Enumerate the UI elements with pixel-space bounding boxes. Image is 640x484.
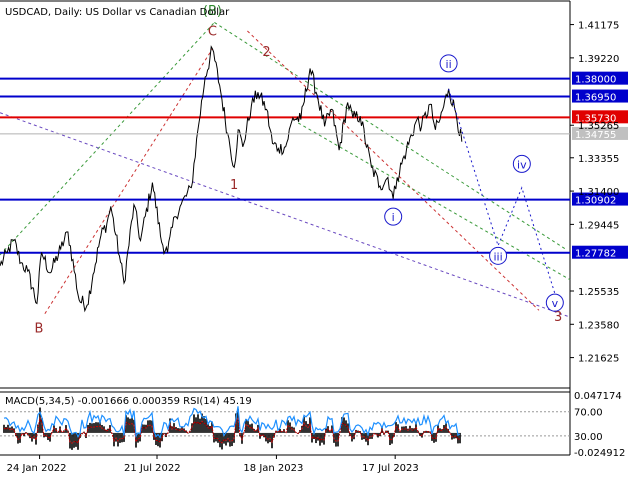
wave-label-6: i	[392, 211, 395, 224]
macd-bar-71	[145, 424, 147, 433]
macd-bar-201	[405, 426, 407, 433]
macd-bar-57	[117, 432, 119, 447]
macd-title: MACD(5,34,5) -0.001666 0.000359 RSI(14) …	[5, 396, 252, 407]
macd-bar-225	[453, 432, 455, 439]
y-tick-label-7: 1.23580	[578, 320, 619, 331]
level-tag-text-1: 1.36950	[575, 93, 616, 104]
macd-bar-97	[197, 414, 199, 433]
macd-bar-159	[321, 432, 323, 443]
macd-bar-35	[73, 432, 75, 448]
macd-bar-152	[307, 423, 309, 433]
wave-label-5: 3	[554, 310, 562, 325]
y-tick-label-2: 1.35265	[578, 121, 619, 132]
macd-bar-43	[89, 422, 91, 433]
level-tag-text-0: 1.38000	[575, 75, 616, 86]
macd-y-tick-0: 0.047174	[574, 391, 622, 402]
macd-bar-59	[121, 432, 123, 443]
macd-bar-107	[217, 432, 219, 443]
macd-bar-123	[249, 424, 251, 433]
macd-bar-42	[87, 424, 89, 433]
macd-bar-47	[97, 422, 99, 433]
x-tick-label-3: 17 Jul 2023	[362, 463, 419, 474]
macd-bar-73	[149, 420, 151, 433]
macd-y-tick-3: -0.024912	[574, 448, 625, 459]
macd-bar-103	[209, 425, 211, 433]
wave-label-2: 2	[262, 45, 270, 60]
macd-bar-172	[347, 423, 349, 433]
y-tick-label-4: 1.31400	[578, 187, 619, 198]
chart-svg[interactable]: 1.380001.369501.357301.309021.27782 1.34…	[0, 0, 640, 480]
macd-bar-106	[215, 432, 217, 442]
wave-label-9: iv	[517, 158, 527, 171]
macd-bar-170	[343, 417, 345, 433]
macd-bar-63	[129, 418, 131, 433]
y-tick-label-1: 1.39220	[578, 54, 619, 65]
chart-background	[0, 0, 640, 480]
y-tick-label-5: 1.29445	[578, 220, 619, 231]
macd-bar-105	[213, 432, 215, 443]
macd-bar-132	[267, 432, 269, 444]
macd-bar-180	[363, 432, 365, 440]
macd-bar-98	[199, 418, 201, 433]
macd-bar-194	[391, 432, 393, 444]
macd-bar-1	[5, 426, 7, 433]
macd-y-tick-1: 70.00	[574, 408, 603, 419]
macd-bar-46	[95, 422, 97, 433]
macd-bar-143	[289, 422, 291, 433]
y-tick-label-0: 1.41175	[578, 21, 619, 32]
x-tick-label-0: 24 Jan 2022	[7, 463, 67, 474]
macd-bar-70	[143, 424, 145, 433]
wave-label-1: C	[208, 24, 217, 39]
macd-bar-62	[127, 417, 129, 433]
macd-bar-100	[203, 416, 205, 433]
macd-bar-112	[227, 432, 229, 443]
macd-bar-45	[93, 423, 95, 433]
wave-label-10: v	[552, 297, 559, 310]
macd-bar-183	[369, 432, 371, 439]
macd-bar-171	[345, 420, 347, 433]
macd-bar-96	[195, 417, 197, 433]
macd-bar-144	[291, 426, 293, 433]
y-tick-label-6: 1.25535	[578, 287, 619, 298]
macd-bar-157	[317, 432, 319, 441]
macd-bar-44	[91, 423, 93, 433]
macd-bar-58	[119, 432, 121, 443]
y-tick-label-3: 1.33355	[578, 154, 619, 165]
x-tick-label-1: 21 Jul 2022	[124, 463, 181, 474]
macd-bar-133	[269, 432, 271, 443]
macd-bar-215	[433, 432, 435, 443]
macd-bar-114	[231, 432, 233, 447]
wave-label-3: 1	[230, 178, 238, 193]
x-tick-label-2: 18 Jan 2023	[243, 463, 303, 474]
level-tag-text-4: 1.27782	[575, 249, 616, 260]
macd-bar-181	[365, 432, 367, 442]
chart-title: USDCAD, Daily: US Dollar vs Canadian Dol…	[5, 7, 230, 18]
wave-label-7: ii	[446, 58, 452, 71]
macd-bar-200	[403, 426, 405, 433]
macd-bar-7	[17, 432, 19, 444]
macd-bar-64	[131, 417, 133, 433]
macd-bar-221	[445, 423, 447, 433]
macd-bar-94	[191, 423, 193, 433]
macd-bar-3	[9, 427, 11, 433]
macd-bar-34	[71, 432, 73, 450]
chart-window[interactable]: 1.38000 1.36950 1.35730 1.30902 1.27782 1.34…	[0, 0, 640, 480]
macd-y-tick-2: 30.00	[574, 432, 603, 443]
macd-bar-36	[75, 432, 77, 447]
macd-bar-111	[225, 432, 227, 446]
wave-label-4: B	[34, 322, 43, 337]
macd-bar-160	[323, 432, 325, 445]
y-tick-label-8: 1.21625	[578, 354, 619, 365]
macd-bar-216	[435, 432, 437, 442]
macd-bar-151	[305, 421, 307, 433]
wave-label-8: iii	[494, 250, 503, 263]
